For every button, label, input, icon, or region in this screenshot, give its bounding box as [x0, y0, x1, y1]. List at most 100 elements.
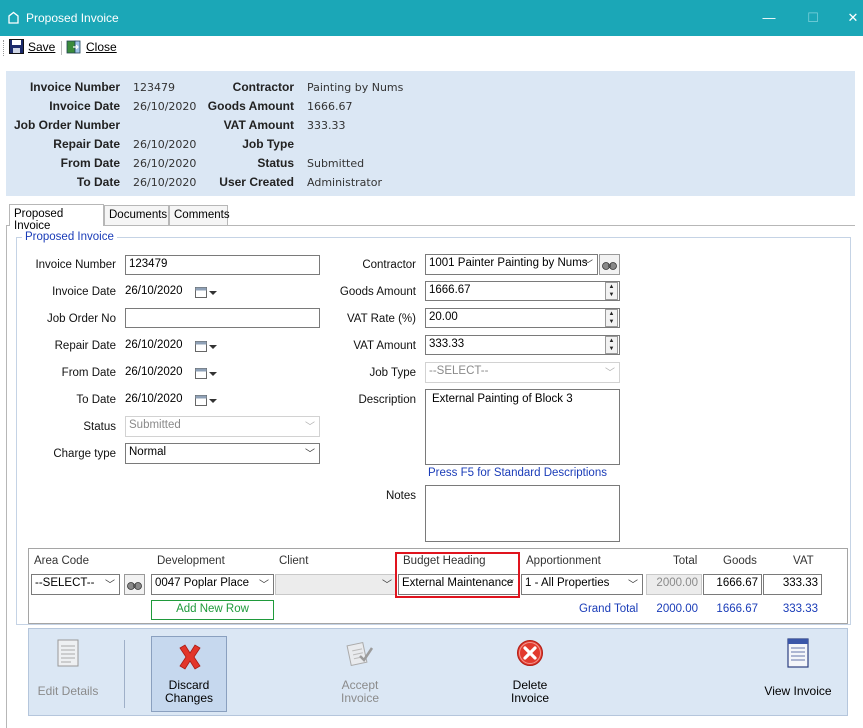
- summary-label: Repair Date: [53, 137, 120, 151]
- vat-rate-spinner[interactable]: ▲ ▼: [605, 309, 618, 327]
- toolbar: Save Close: [0, 36, 863, 60]
- to-date-value: 26/10/2020: [125, 393, 183, 405]
- close-door-icon: [66, 40, 81, 54]
- from-date-picker[interactable]: 26/10/2020: [125, 363, 225, 383]
- chevron-down-icon: ﹀: [605, 368, 615, 379]
- goods-amount-field[interactable]: 1666.67: [425, 281, 620, 301]
- chevron-down-icon: ﹀: [382, 580, 392, 591]
- row-total-field: 2000.00: [646, 574, 702, 595]
- tab-proposed-invoice[interactable]: Proposed Invoice: [9, 204, 104, 232]
- contractor-lookup-button[interactable]: [599, 254, 620, 275]
- edit-details-button[interactable]: Edit Details: [30, 632, 106, 712]
- status-dropdown: Submitted ﹀: [125, 416, 320, 437]
- close-window-button[interactable]: ✕: [843, 8, 863, 28]
- summary-value: 333.33: [307, 119, 346, 132]
- contractor-dropdown[interactable]: 1001 Painter Painting by Nums ﹀: [425, 254, 598, 275]
- summary-value: 1666.67: [307, 100, 353, 113]
- vat-amount-field[interactable]: 333.33: [425, 335, 620, 355]
- chevron-down-icon: ﹀: [305, 422, 315, 433]
- summary-value: Administrator: [307, 176, 382, 189]
- to-date-picker[interactable]: 26/10/2020: [125, 390, 225, 410]
- summary-label: User Created: [219, 175, 294, 189]
- goods-amount-spinner[interactable]: ▲ ▼: [605, 282, 618, 300]
- grand-total-label: Grand Total: [579, 603, 639, 615]
- app-icon: [8, 11, 19, 24]
- add-new-row-button[interactable]: Add New Row: [151, 600, 274, 620]
- delete-invoice-button[interactable]: Delete Invoice: [492, 636, 568, 712]
- binoculars-icon: [127, 582, 142, 590]
- red-x-icon: [179, 644, 201, 670]
- vat-amount-spinner[interactable]: ▲ ▼: [605, 336, 618, 354]
- development-value: 0047 Poplar Place: [155, 577, 249, 589]
- job-order-no-label: Job Order No: [46, 313, 116, 325]
- grand-total-vat: 333.33: [782, 603, 818, 615]
- invoice-date-label: Invoice Date: [52, 286, 116, 298]
- budget-heading-highlight: [395, 552, 520, 598]
- save-button[interactable]: Save: [9, 39, 55, 54]
- job-order-no-field[interactable]: [125, 308, 320, 328]
- contractor-value: 1001 Painter Painting by Nums: [429, 257, 588, 269]
- calendar-dropdown-icon[interactable]: [195, 287, 217, 298]
- delete-circle-icon: [517, 640, 543, 666]
- accept-invoice-button[interactable]: Accept Invoice: [322, 636, 398, 712]
- row-vat-field[interactable]: 333.33: [763, 574, 822, 595]
- floppy-disk-icon: [9, 39, 24, 54]
- close-button[interactable]: Close: [66, 39, 117, 54]
- toolbar-separator: [61, 41, 62, 55]
- chevron-down-icon: ﹀: [105, 580, 115, 591]
- accept-document-icon: [346, 641, 374, 666]
- vat-rate-field[interactable]: 20.00: [425, 308, 620, 328]
- tab-documents[interactable]: Documents: [104, 205, 169, 225]
- discard-changes-button[interactable]: Discard Changes: [151, 636, 227, 712]
- discard-label-line2: Changes: [164, 691, 214, 705]
- grand-total-total: 2000.00: [656, 603, 698, 615]
- view-invoice-button[interactable]: View Invoice: [760, 636, 836, 712]
- accept-label-line2: Invoice: [340, 691, 380, 705]
- maximize-button[interactable]: ☐: [803, 8, 823, 28]
- row-goods-field[interactable]: 1666.67: [703, 574, 762, 595]
- invoice-date-picker[interactable]: 26/10/2020: [125, 282, 225, 302]
- summary-label: Contractor: [232, 80, 294, 94]
- repair-date-picker[interactable]: 26/10/2020: [125, 336, 225, 356]
- summary-label: From Date: [60, 156, 120, 170]
- summary-value: 26/10/2020: [133, 100, 197, 113]
- minimize-button[interactable]: —: [759, 8, 779, 28]
- invoice-number-field[interactable]: 123479: [125, 255, 320, 275]
- area-code-dropdown[interactable]: --SELECT-- ﹀: [31, 574, 120, 595]
- grand-total-goods: 1666.67: [716, 603, 758, 615]
- summary-label: Status: [257, 156, 294, 170]
- apportionment-dropdown[interactable]: 1 - All Properties ﹀: [521, 574, 643, 595]
- description-textarea[interactable]: External Painting of Block 3: [425, 389, 620, 465]
- group-title: Proposed Invoice: [22, 231, 117, 243]
- delete-label-line2: Invoice: [510, 691, 550, 705]
- accept-label-line1: Accept: [341, 678, 379, 692]
- calendar-dropdown-icon[interactable]: [195, 368, 217, 379]
- save-label: Save: [28, 39, 56, 54]
- summary-label: Job Type: [242, 137, 294, 151]
- standard-descriptions-hint: Press F5 for Standard Descriptions: [428, 467, 607, 479]
- summary-label: Invoice Date: [49, 99, 120, 113]
- tab-comments[interactable]: Comments: [169, 205, 230, 225]
- job-type-value: --SELECT--: [429, 365, 489, 377]
- client-dropdown[interactable]: ﹀: [275, 574, 397, 595]
- chevron-down-icon: ﹀: [305, 449, 315, 460]
- development-dropdown[interactable]: 0047 Poplar Place ﹀: [151, 574, 274, 595]
- calendar-dropdown-icon[interactable]: [195, 341, 217, 352]
- status-value: Submitted: [129, 419, 181, 431]
- summary-value: 26/10/2020: [133, 157, 197, 170]
- chevron-down-icon: ﹀: [628, 580, 638, 591]
- notes-textarea[interactable]: [425, 485, 620, 542]
- window-titlebar: Proposed Invoice — ☐ ✕: [0, 0, 863, 36]
- to-date-label: To Date: [76, 394, 116, 406]
- calendar-dropdown-icon[interactable]: [195, 395, 217, 406]
- job-type-label: Job Type: [369, 367, 416, 379]
- col-header-area-code: Area Code: [34, 555, 89, 567]
- status-label: Status: [83, 421, 116, 433]
- from-date-label: From Date: [61, 367, 116, 379]
- col-header-goods: Goods: [723, 555, 757, 567]
- charge-type-dropdown[interactable]: Normal ﹀: [125, 443, 320, 464]
- delete-label-line1: Delete: [512, 678, 548, 692]
- binoculars-icon: [602, 262, 617, 270]
- area-code-lookup-button[interactable]: [124, 574, 145, 595]
- summary-value: 123479: [133, 81, 175, 94]
